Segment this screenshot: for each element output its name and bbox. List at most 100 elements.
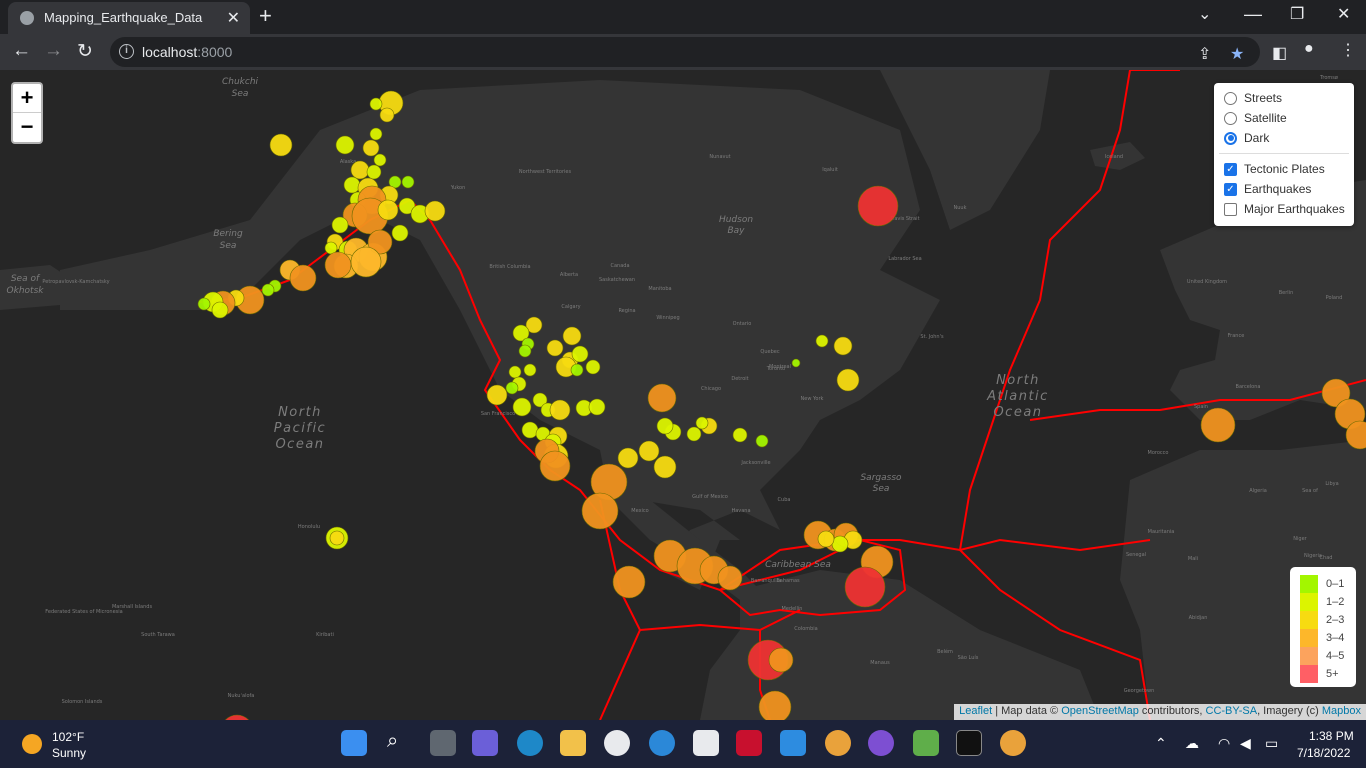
earthquake-marker[interactable] — [505, 381, 519, 395]
earthquake-marker[interactable] — [521, 421, 539, 439]
earthquake-marker[interactable] — [647, 383, 677, 413]
earthquake-marker[interactable] — [261, 283, 275, 297]
zoom-in-button[interactable]: + — [13, 84, 41, 113]
earthquake-marker[interactable] — [562, 326, 582, 346]
zoom-out-button[interactable]: − — [13, 113, 41, 142]
earthquake-marker[interactable] — [732, 427, 748, 443]
earthquake-marker[interactable] — [571, 345, 589, 363]
clock-time[interactable]: 1:38 PM — [1309, 729, 1354, 743]
browser-tab[interactable]: Mapping_Earthquake_Data ✕ — [8, 2, 250, 34]
satellite-radio[interactable] — [1224, 111, 1237, 125]
profile-avatar-icon[interactable]: ● — [1304, 40, 1314, 58]
layer-option-streets[interactable]: Streets — [1224, 89, 1282, 107]
reload-icon[interactable]: ↻ — [77, 40, 93, 63]
earthquake-marker[interactable] — [331, 216, 349, 234]
onedrive-cloud-icon[interactable]: ☁ — [1185, 735, 1199, 752]
mcafee-icon[interactable] — [736, 730, 762, 756]
share-icon[interactable]: ⇪ — [1198, 44, 1211, 64]
earthquake-marker[interactable] — [329, 530, 345, 546]
wifi-icon[interactable]: ◠ — [1218, 735, 1230, 752]
search-icon[interactable]: ⌕ — [387, 730, 398, 753]
earthquake-marker[interactable] — [638, 440, 660, 462]
terminal-icon[interactable] — [956, 730, 982, 756]
git-icon[interactable] — [913, 730, 939, 756]
earthquake-marker[interactable] — [523, 363, 537, 377]
earthquake-marker[interactable] — [546, 339, 564, 357]
github-desktop-icon[interactable] — [868, 730, 894, 756]
osm-link[interactable]: OpenStreetMap — [1061, 705, 1139, 717]
site-info-icon[interactable]: i — [119, 44, 134, 59]
close-window-button[interactable]: ✕ — [1337, 4, 1350, 24]
minimize-icon[interactable]: — — [1244, 4, 1262, 25]
earthquake-marker[interactable] — [369, 127, 383, 141]
earthquake-marker[interactable] — [612, 565, 646, 599]
streets-radio[interactable] — [1224, 91, 1237, 105]
teams-chat-icon[interactable] — [472, 730, 498, 756]
dark-radio[interactable] — [1224, 131, 1237, 145]
leaflet-link[interactable]: Leaflet — [959, 705, 992, 717]
tab-search-chevron-icon[interactable]: ⌄ — [1198, 4, 1211, 24]
earthquake-marker[interactable] — [424, 200, 446, 222]
earthquake-marker[interactable] — [324, 251, 352, 279]
earthquake-marker[interactable] — [686, 426, 702, 442]
side-panel-icon[interactable]: ◧ — [1272, 43, 1287, 63]
overlay-option-earthquakes[interactable]: ✓ Earthquakes — [1224, 180, 1311, 198]
tab-close-button[interactable]: ✕ — [227, 8, 240, 28]
weather-condition[interactable]: Sunny — [52, 746, 86, 760]
license-link[interactable]: CC-BY-SA — [1206, 705, 1258, 717]
vscode-icon[interactable] — [780, 730, 806, 756]
earthquake-marker[interactable] — [581, 492, 619, 530]
clock-date[interactable]: 7/18/2022 — [1297, 746, 1350, 760]
major-earthquakes-checkbox[interactable] — [1224, 202, 1237, 216]
earthquake-marker[interactable] — [585, 359, 601, 375]
address-bar[interactable]: i localhost:8000 ⇪ ★ — [110, 37, 1260, 67]
earthquake-marker[interactable] — [833, 336, 853, 356]
earthquake-marker[interactable] — [791, 358, 801, 368]
earthquake-marker[interactable] — [656, 417, 674, 435]
earthquake-marker[interactable] — [350, 160, 370, 180]
earthquake-marker[interactable] — [343, 176, 361, 194]
chrome-icon[interactable] — [825, 730, 851, 756]
back-arrow-icon[interactable]: ← — [12, 40, 31, 62]
earthquake-marker[interactable] — [617, 447, 639, 469]
earthquake-marker[interactable] — [508, 365, 522, 379]
bookmark-star-icon[interactable]: ★ — [1230, 44, 1244, 64]
new-tab-button[interactable]: + — [259, 3, 272, 29]
earthquake-marker[interactable] — [1200, 407, 1236, 443]
mapbox-link[interactable]: Mapbox — [1322, 705, 1361, 717]
tectonic-checkbox[interactable]: ✓ — [1224, 162, 1237, 176]
earthquake-marker[interactable] — [369, 97, 383, 111]
earthquakes-checkbox[interactable]: ✓ — [1224, 182, 1237, 196]
earthquake-marker[interactable] — [717, 565, 743, 591]
earthquake-marker[interactable] — [401, 175, 415, 189]
earthquake-marker[interactable] — [377, 199, 399, 221]
restore-button[interactable]: ❐ — [1290, 4, 1304, 24]
earthquake-marker[interactable] — [518, 344, 532, 358]
volume-icon[interactable]: ◀ — [1240, 735, 1251, 752]
earthquake-marker[interactable] — [289, 264, 317, 292]
overlay-option-tectonic[interactable]: ✓ Tectonic Plates — [1224, 160, 1325, 178]
earthquake-marker[interactable] — [379, 107, 395, 123]
earthquake-marker[interactable] — [831, 535, 849, 553]
help-icon[interactable] — [649, 730, 675, 756]
earthquake-marker[interactable] — [844, 566, 886, 608]
earthquake-marker[interactable] — [362, 139, 380, 157]
chrome-active-icon[interactable] — [1000, 730, 1026, 756]
forward-arrow-icon[interactable]: → — [44, 40, 63, 62]
earthquake-marker[interactable] — [588, 398, 606, 416]
earthquake-marker[interactable] — [570, 363, 584, 377]
map-canvas[interactable]: ChukchiSeaBeringSeaSea ofOkhotskNorthPac… — [0, 70, 1366, 720]
earthquake-marker[interactable] — [653, 455, 677, 479]
edge-icon[interactable] — [517, 730, 543, 756]
file-explorer-icon[interactable] — [560, 730, 586, 756]
earthquake-marker[interactable] — [549, 399, 571, 421]
weather-temp[interactable]: 102°F — [52, 730, 84, 744]
earthquake-marker[interactable] — [366, 164, 382, 180]
earthquake-marker[interactable] — [391, 224, 409, 242]
start-icon[interactable] — [341, 730, 367, 756]
earthquake-marker[interactable] — [197, 297, 211, 311]
earthquake-marker[interactable] — [755, 434, 769, 448]
earthquake-marker[interactable] — [211, 301, 229, 319]
earthquake-marker[interactable] — [695, 416, 709, 430]
tray-chevron-icon[interactable]: ⌃ — [1155, 735, 1167, 752]
